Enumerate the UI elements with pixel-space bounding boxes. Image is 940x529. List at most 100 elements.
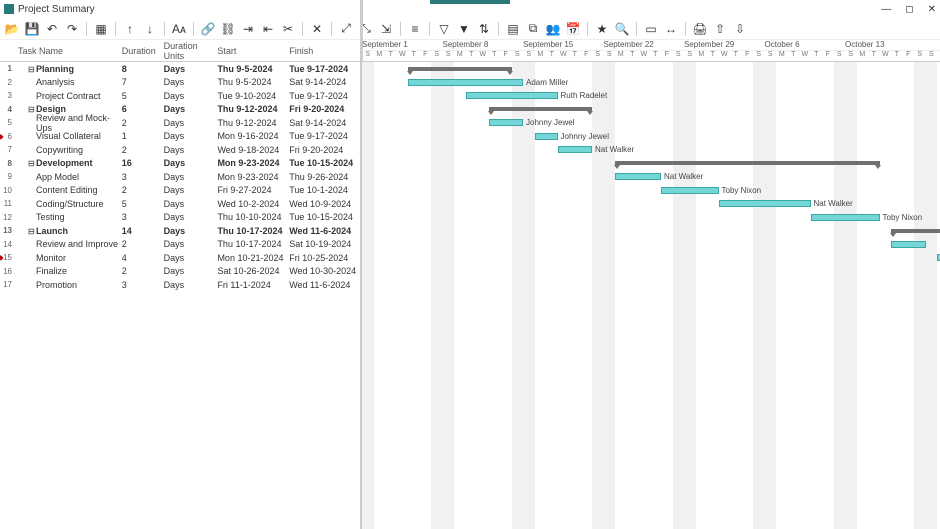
collapse-icon[interactable]: ⊟ <box>28 227 36 236</box>
table-row[interactable]: 15⬥Monitor4DaysMon 10-21-2024Fri 10-25-2… <box>0 251 361 265</box>
duration-cell[interactable]: 2 <box>122 266 164 276</box>
task-bar[interactable] <box>891 241 926 248</box>
task-name-cell[interactable]: Ananlysis <box>14 77 122 87</box>
finish-cell[interactable]: Tue 9-17-2024 <box>289 91 361 101</box>
zoom-button[interactable]: 🔍 <box>614 21 630 37</box>
font-button[interactable]: Aᴀ <box>171 21 187 37</box>
start-cell[interactable]: Sat 10-26-2024 <box>217 266 289 276</box>
finish-cell[interactable]: Wed 11-6-2024 <box>289 226 361 236</box>
task-bar[interactable] <box>811 214 880 221</box>
table-row[interactable]: 2Ananlysis7DaysThu 9-5-2024Sat 9-14-2024 <box>0 76 361 90</box>
finish-cell[interactable]: Sat 9-14-2024 <box>289 118 361 128</box>
start-cell[interactable]: Mon 9-23-2024 <box>217 158 289 168</box>
print-button[interactable]: 🖨 <box>692 21 708 37</box>
grid-button[interactable]: ▦ <box>93 21 109 37</box>
finish-cell[interactable]: Fri 10-25-2024 <box>289 253 361 263</box>
duration-units-cell[interactable]: Days <box>164 77 218 87</box>
redo-button[interactable]: ↷ <box>64 21 80 37</box>
task-name-cell[interactable]: Finalize <box>14 266 122 276</box>
duration-cell[interactable]: 3 <box>122 172 164 182</box>
table-row[interactable]: 3Project Contract5DaysTue 9-10-2024Tue 9… <box>0 89 361 103</box>
table-row[interactable]: 7Copywriting2DaysWed 9-18-2024Fri 9-20-2… <box>0 143 361 157</box>
summary-bar[interactable] <box>891 229 940 233</box>
arrow-up-button[interactable]: ↑ <box>122 21 138 37</box>
task-name-cell[interactable]: ⊟Planning <box>14 64 122 74</box>
start-cell[interactable]: Wed 9-18-2024 <box>217 145 289 155</box>
duration-cell[interactable]: 8 <box>122 64 164 74</box>
start-cell[interactable]: Thu 9-12-2024 <box>217 118 289 128</box>
task-name-cell[interactable]: Testing <box>14 212 122 222</box>
task-bar[interactable] <box>408 79 523 86</box>
start-cell[interactable]: Mon 9-23-2024 <box>217 172 289 182</box>
col-finish[interactable]: Finish <box>289 46 361 56</box>
duration-cell[interactable]: 3 <box>122 212 164 222</box>
cut-button[interactable]: ✂ <box>280 21 296 37</box>
duration-units-cell[interactable]: Days <box>164 253 218 263</box>
start-cell[interactable]: Thu 9-5-2024 <box>217 77 289 87</box>
finish-cell[interactable]: Tue 10-15-2024 <box>289 212 361 222</box>
table-row[interactable]: 13⊟Launch14DaysThu 10-17-2024Wed 11-6-20… <box>0 224 361 238</box>
duration-units-cell[interactable]: Days <box>164 104 218 114</box>
table-row[interactable]: 11Coding/Structure5DaysWed 10-2-2024Wed … <box>0 197 361 211</box>
start-cell[interactable]: Fri 9-27-2024 <box>217 185 289 195</box>
task-bar[interactable] <box>535 133 558 140</box>
task-name-cell[interactable]: Project Contract <box>14 91 122 101</box>
finish-cell[interactable]: Tue 9-17-2024 <box>289 64 361 74</box>
filter-button[interactable]: ▼ <box>456 21 472 37</box>
duration-units-cell[interactable]: Days <box>164 145 218 155</box>
duration-units-cell[interactable]: Days <box>164 212 218 222</box>
start-cell[interactable]: Thu 10-17-2024 <box>217 239 289 249</box>
finish-cell[interactable]: Sat 9-14-2024 <box>289 77 361 87</box>
people-button[interactable]: 👥 <box>545 21 561 37</box>
task-name-cell[interactable]: ⊟Development <box>14 158 122 168</box>
duration-cell[interactable]: 2 <box>122 145 164 155</box>
undo-button[interactable]: ↶ <box>44 21 60 37</box>
duration-units-cell[interactable]: Days <box>164 199 218 209</box>
goto-button[interactable]: ⇲ <box>378 21 394 37</box>
zoom-in-button[interactable]: ⤢ <box>338 21 354 37</box>
finish-cell[interactable]: Sat 10-19-2024 <box>289 239 361 249</box>
finish-cell[interactable]: Thu 9-26-2024 <box>289 172 361 182</box>
table-row[interactable]: 16Finalize2DaysSat 10-26-2024Wed 10-30-2… <box>0 265 361 279</box>
duration-cell[interactable]: 2 <box>122 185 164 195</box>
start-cell[interactable]: Wed 10-2-2024 <box>217 199 289 209</box>
summary-bar[interactable] <box>615 161 880 165</box>
task-bar[interactable] <box>489 119 524 126</box>
finish-cell[interactable]: Tue 10-1-2024 <box>289 185 361 195</box>
col-duration[interactable]: Duration <box>122 46 164 56</box>
duration-units-cell[interactable]: Days <box>164 239 218 249</box>
table-row[interactable]: 8⊟Development16DaysMon 9-23-2024Tue 10-1… <box>0 157 361 171</box>
task-name-cell[interactable]: Review and Improve <box>14 239 122 249</box>
task-name-cell[interactable]: Copywriting <box>14 145 122 155</box>
task-name-cell[interactable]: Visual Collateral <box>14 131 122 141</box>
duration-units-cell[interactable]: Days <box>164 266 218 276</box>
outdent-button[interactable]: ⇤ <box>260 21 276 37</box>
duration-units-cell[interactable]: Days <box>164 280 218 290</box>
start-cell[interactable]: Tue 9-10-2024 <box>217 91 289 101</box>
task-bar[interactable] <box>615 173 661 180</box>
table-row[interactable]: 6⬥Visual Collateral1DaysMon 9-16-2024Tue… <box>0 130 361 144</box>
task-bar[interactable] <box>661 187 719 194</box>
indent-button[interactable]: ⇥ <box>240 21 256 37</box>
width-button[interactable]: ↔ <box>663 21 679 37</box>
link-button[interactable]: 🔗 <box>200 21 216 37</box>
start-cell[interactable]: Mon 9-16-2024 <box>217 131 289 141</box>
table-row[interactable]: 1⊟Planning8DaysThu 9-5-2024Tue 9-17-2024 <box>0 62 361 76</box>
arrow-down-button[interactable]: ↓ <box>142 21 158 37</box>
duration-cell[interactable]: 14 <box>122 226 164 236</box>
duration-units-cell[interactable]: Days <box>164 185 218 195</box>
collapse-icon[interactable]: ⊟ <box>28 65 36 74</box>
close-button[interactable]: ✕ <box>928 4 936 15</box>
col-duration-units[interactable]: Duration Units <box>164 41 218 61</box>
find-button[interactable]: ★ <box>594 21 610 37</box>
task-name-cell[interactable]: Content Editing <box>14 185 122 195</box>
finish-cell[interactable]: Tue 9-17-2024 <box>289 131 361 141</box>
fit-button[interactable]: ▭ <box>643 21 659 37</box>
finish-cell[interactable]: Fri 9-20-2024 <box>289 145 361 155</box>
task-name-cell[interactable]: ⊟Launch <box>14 226 122 236</box>
duration-cell[interactable]: 7 <box>122 77 164 87</box>
gantt-button[interactable]: ▤ <box>505 21 521 37</box>
duration-units-cell[interactable]: Days <box>164 64 218 74</box>
col-task-name[interactable]: Task Name <box>14 46 122 56</box>
duration-cell[interactable]: 6 <box>122 104 164 114</box>
